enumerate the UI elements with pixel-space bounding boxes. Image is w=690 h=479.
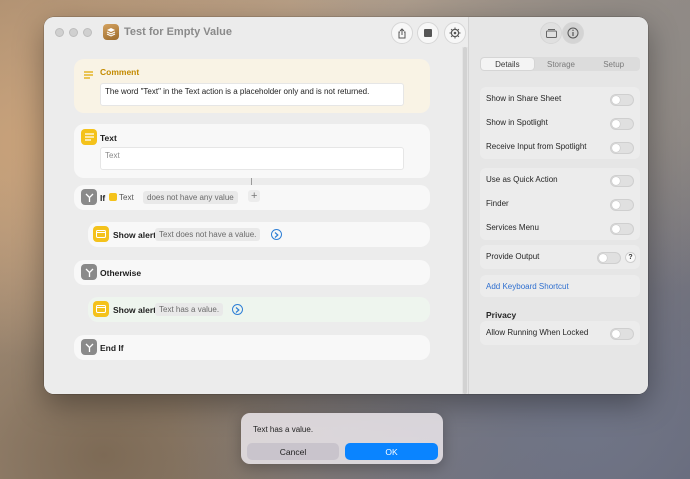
alert-message-field-2[interactable]: Text has a value. [155,303,224,316]
option-services-menu: Services Menu [480,216,640,240]
window-title: Test for Empty Value [124,26,232,38]
close-window-button[interactable] [55,28,64,37]
option-label: Finder [486,199,509,208]
info-icon [567,27,579,39]
minimize-window-button[interactable] [69,28,78,37]
info-button[interactable] [562,22,584,44]
option-label: Allow Running When Locked [486,328,589,337]
add-keyboard-shortcut-link[interactable]: Add Keyboard Shortcut [486,282,569,291]
option-receive-input-spotlight: Receive Input from Spotlight [480,135,640,159]
tab-storage[interactable]: Storage [535,57,588,71]
show-alert-action-2[interactable]: Show alert Text has a value. [88,297,430,322]
end-if-action[interactable]: End If [74,335,430,360]
alert-dialog: Text has a value. Cancel OK [241,413,443,464]
comment-title: Comment [100,67,140,77]
option-show-in-share-sheet: Show in Share Sheet [480,87,640,111]
help-button[interactable]: ? [625,252,636,263]
library-icon [545,29,557,38]
option-label: Show in Share Sheet [486,94,562,103]
shortcut-app-icon[interactable] [103,24,119,40]
panel-tabs: Details Storage Setup [480,57,640,71]
show-alert-title-2: Show alert [113,305,156,315]
if-action[interactable]: If Text does not have any value + [74,185,430,210]
option-label: Receive Input from Spotlight [486,142,587,151]
share-icon [398,27,406,38]
text-action-title: Text [100,133,117,143]
text-variable-token[interactable]: Text [109,191,134,203]
comment-action[interactable]: Comment The word "Text" in the Text acti… [74,59,430,113]
end-if-branch-icon [81,339,97,355]
comment-text-field[interactable]: The word "Text" in the Text action is a … [100,83,404,106]
option-label: Show in Spotlight [486,118,548,127]
show-alert-title-1: Show alert [113,230,156,240]
text-variable-label: Text [119,192,134,202]
option-label: Use as Quick Action [486,175,558,184]
provide-output-group: Provide Output ? [480,245,640,269]
text-input-field[interactable]: Text [100,147,404,170]
privacy-header: Privacy [486,310,517,320]
option-show-in-spotlight: Show in Spotlight [480,111,640,135]
add-condition-button[interactable]: + [248,190,261,202]
option-quick-action: Use as Quick Action [480,168,640,192]
text-action-icon [81,129,97,145]
gear-icon [449,27,461,39]
option-provide-output: Provide Output ? [480,245,640,269]
title-bar: Test for Empty Value [44,17,468,47]
share-sheet-toggle[interactable] [610,94,634,106]
finder-toggle[interactable] [610,199,634,211]
keyboard-shortcut-group: Add Keyboard Shortcut [480,275,640,297]
ok-button[interactable]: OK [345,443,438,460]
comment-icon [84,66,93,79]
if-keyword: If [100,193,106,203]
quick-action-options-group: Use as Quick Action Finder Services Menu [480,168,640,240]
zoom-window-button[interactable] [83,28,92,37]
shortcut-editor: Comment The word "Text" in the Text acti… [44,47,468,394]
option-finder: Finder [480,192,640,216]
cancel-button[interactable]: Cancel [247,443,339,460]
share-button[interactable] [391,22,413,44]
option-allow-running-locked: Allow Running When Locked [480,321,640,345]
stop-icon [424,29,432,37]
if-condition-selector[interactable]: does not have any value [143,191,238,204]
sharing-options-group: Show in Share Sheet Show in Spotlight Re… [480,87,640,159]
option-label: Provide Output [486,252,540,261]
shortcuts-window: Test for Empty Value Comment The word "T… [44,17,648,394]
chevron-right-icon[interactable] [271,229,282,240]
quick-action-toggle[interactable] [610,175,634,187]
library-button[interactable] [540,22,562,44]
alert-action-icon [93,301,109,317]
show-alert-action-1[interactable]: Show alert Text does not have a value. [88,222,430,247]
allow-running-locked-toggle[interactable] [610,328,634,340]
settings-button[interactable] [444,22,466,44]
chevron-right-icon[interactable] [232,304,243,315]
services-menu-toggle[interactable] [610,223,634,235]
provide-output-toggle[interactable] [597,252,621,264]
otherwise-action[interactable]: Otherwise [74,260,430,285]
details-panel: Details Storage Setup Show in Share Shee… [468,17,648,394]
if-branch-icon [81,189,97,205]
option-label: Services Menu [486,223,539,232]
alert-message: Text has a value. [253,425,314,434]
stop-button[interactable] [417,22,439,44]
otherwise-title: Otherwise [100,268,142,278]
end-if-title: End If [100,343,124,353]
spotlight-toggle[interactable] [610,118,634,130]
tab-setup[interactable]: Setup [587,57,640,71]
alert-message-field-1[interactable]: Text does not have a value. [155,228,261,241]
otherwise-branch-icon [81,264,97,280]
scrollbar-thumb[interactable] [463,47,467,394]
spotlight-input-toggle[interactable] [610,142,634,154]
text-variable-icon [109,193,117,201]
text-action[interactable]: Text Text [74,124,430,178]
tab-details[interactable]: Details [481,58,534,70]
privacy-group: Allow Running When Locked [480,321,640,345]
alert-action-icon [93,226,109,242]
